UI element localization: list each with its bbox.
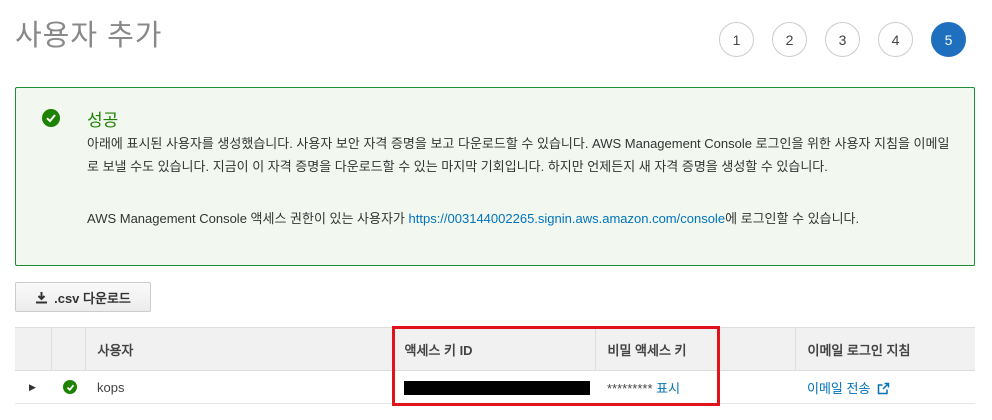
header-status bbox=[50, 327, 85, 371]
step-2[interactable]: 2 bbox=[772, 22, 807, 57]
secret-key-masked: ********* bbox=[607, 380, 653, 396]
page-title: 사용자 추가 bbox=[15, 20, 163, 52]
download-icon bbox=[36, 291, 48, 303]
step-3[interactable]: 3 bbox=[825, 22, 860, 57]
check-circle-icon bbox=[63, 380, 77, 394]
alert-title: 성공 bbox=[87, 111, 119, 130]
header-secret-key: 비밀 액세스 키 bbox=[594, 327, 795, 371]
external-link-icon bbox=[877, 382, 890, 394]
send-email-link[interactable]: 이메일 전송 bbox=[807, 381, 870, 396]
show-secret-link[interactable]: 표시 bbox=[656, 381, 680, 396]
console-link[interactable]: https://003144002265.signin.aws.amazon.c… bbox=[409, 211, 726, 226]
console-suffix: 에 로그인할 수 있습니다. bbox=[725, 211, 860, 226]
success-alert: 성공 아래에 표시된 사용자를 생성했습니다. 사용자 보안 자격 증명을 보고… bbox=[15, 87, 975, 266]
header-email-instructions: 이메일 로그인 지침 bbox=[794, 327, 975, 371]
step-1[interactable]: 1 bbox=[719, 22, 754, 57]
console-prefix: AWS Management Console 액세스 권한이 있는 사용자가 bbox=[87, 211, 409, 226]
wizard-steps: 1 2 3 4 5 bbox=[719, 22, 966, 57]
access-key-id-redacted bbox=[404, 380, 590, 395]
header-access-key-id: 액세스 키 ID bbox=[391, 327, 595, 371]
header-expand bbox=[15, 327, 51, 371]
alert-console-line: AWS Management Console 액세스 권한이 있는 사용자가 h… bbox=[87, 208, 859, 227]
step-5[interactable]: 5 bbox=[931, 22, 966, 57]
header-user: 사용자 bbox=[84, 327, 392, 371]
expand-row-caret-icon[interactable]: ▶ bbox=[15, 370, 51, 404]
alert-body: 아래에 표시된 사용자를 생성했습니다. 사용자 보안 자격 증명을 보고 다운… bbox=[87, 136, 950, 174]
csv-download-label: .csv 다운로드 bbox=[54, 290, 131, 306]
table-row: ▶ kops ********* 표시 이메일 전송 bbox=[15, 370, 975, 404]
check-circle-icon bbox=[42, 109, 60, 127]
users-table: 사용자 액세스 키 ID 비밀 액세스 키 이메일 로그인 지침 ▶ kops … bbox=[15, 327, 975, 404]
user-name: kops bbox=[85, 370, 392, 404]
csv-download-button[interactable]: .csv 다운로드 bbox=[15, 282, 151, 312]
step-4[interactable]: 4 bbox=[878, 22, 913, 57]
